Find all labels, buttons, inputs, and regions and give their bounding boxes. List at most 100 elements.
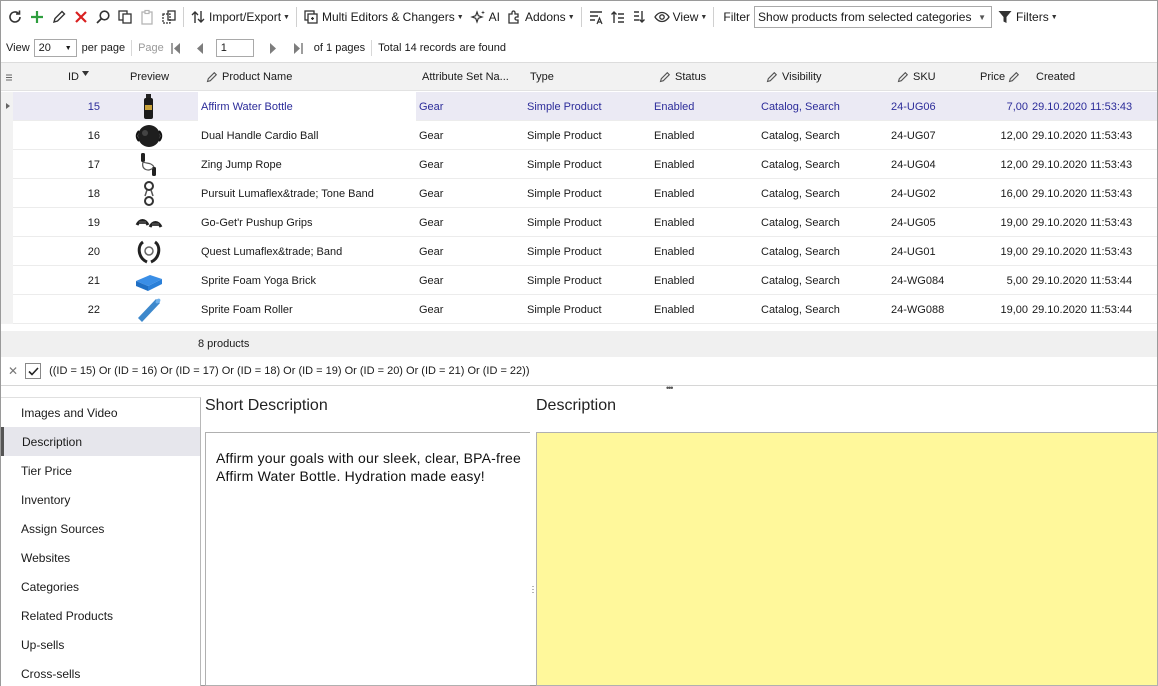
cell-product-name[interactable]: Dual Handle Cardio Ball (198, 121, 416, 150)
cell-status[interactable]: Enabled (654, 150, 754, 179)
table-row[interactable]: 17 Zing Jump Rope Gear Simple Product Enable… (1, 150, 1157, 179)
cell-product-name[interactable]: Zing Jump Rope (198, 150, 416, 179)
cell-type[interactable]: Simple Product (527, 295, 647, 324)
cell-price[interactable]: 19,00 (976, 295, 1028, 324)
row-indicator[interactable] (1, 208, 13, 237)
cell-visibility[interactable]: Catalog, Search (761, 92, 886, 121)
cell-product-name[interactable]: Pursuit Lumaflex&trade; Tone Band (198, 179, 416, 208)
column-chooser-icon[interactable] (6, 63, 16, 91)
filter-dropdown[interactable]: Show products from selected categories ▼ (754, 6, 993, 28)
delete-button[interactable] (70, 4, 92, 30)
cell-sku[interactable]: 24-UG02 (891, 179, 971, 208)
cell-id[interactable]: 19 (16, 208, 100, 237)
page-size-select[interactable]: 20 ▼ (33, 39, 77, 57)
prev-page-icon[interactable] (193, 41, 207, 55)
cell-type[interactable]: Simple Product (527, 266, 647, 295)
table-row[interactable]: 18 Pursuit Lumaflex&trade; Tone Band Gear S… (1, 179, 1157, 208)
cell-attribute-set[interactable]: Gear (419, 208, 519, 237)
row-indicator[interactable] (1, 150, 13, 179)
view-button[interactable]: View ▼ (651, 4, 711, 30)
cell-status[interactable]: Enabled (654, 295, 754, 324)
import-export-button[interactable]: Import/Export ▼ (187, 4, 293, 30)
sidebar-item-websites[interactable]: Websites (1, 543, 200, 572)
cell-id[interactable]: 20 (16, 237, 100, 266)
column-header-price[interactable]: Price (980, 63, 1030, 91)
cell-attribute-set[interactable]: Gear (419, 179, 519, 208)
cell-visibility[interactable]: Catalog, Search (761, 121, 886, 150)
cell-attribute-set[interactable]: Gear (419, 150, 519, 179)
column-header-created[interactable]: Created (1036, 63, 1146, 91)
cell-sku[interactable]: 24-UG07 (891, 121, 971, 150)
edit-button[interactable] (48, 4, 70, 30)
cell-product-name[interactable]: Affirm Water Bottle (198, 92, 416, 121)
move-down-button[interactable] (629, 4, 651, 30)
paste-button[interactable] (136, 4, 158, 30)
short-description-editor[interactable]: Affirm your goals with our sleek, clear,… (205, 432, 530, 686)
multi-editors-button[interactable]: Multi Editors & Changers ▼ (300, 4, 467, 30)
sidebar-item-description[interactable]: Description (1, 427, 200, 456)
table-row[interactable]: 15 Affirm Water Bottle Gear Simple Product E… (1, 92, 1157, 121)
cell-attribute-set[interactable]: Gear (419, 92, 519, 121)
next-page-icon[interactable] (267, 41, 281, 55)
cell-id[interactable]: 21 (16, 266, 100, 295)
cell-created[interactable]: 29.10.2020 11:53:43 (1032, 150, 1147, 179)
cell-price[interactable]: 19,00 (976, 237, 1028, 266)
column-header-preview[interactable]: Preview (130, 63, 190, 91)
first-page-icon[interactable] (169, 41, 183, 55)
copy-button[interactable] (114, 4, 136, 30)
cell-created[interactable]: 29.10.2020 11:53:43 (1032, 237, 1147, 266)
cell-id[interactable]: 15 (16, 92, 100, 121)
cell-status[interactable]: Enabled (654, 266, 754, 295)
row-indicator[interactable] (1, 295, 13, 324)
table-row[interactable]: 19 Go-Get'r Pushup Grips Gear Simple Produc… (1, 208, 1157, 237)
filter-enabled-checkbox[interactable] (25, 363, 42, 379)
column-header-type[interactable]: Type (530, 63, 630, 91)
cell-created[interactable]: 29.10.2020 11:53:43 (1032, 121, 1147, 150)
cell-visibility[interactable]: Catalog, Search (761, 266, 886, 295)
cell-visibility[interactable]: Catalog, Search (761, 295, 886, 324)
cell-price[interactable]: 16,00 (976, 179, 1028, 208)
cell-sku[interactable]: 24-UG06 (891, 92, 971, 121)
horizontal-splitter[interactable]: ••• (666, 384, 674, 393)
cell-created[interactable]: 29.10.2020 11:53:44 (1032, 266, 1147, 295)
cell-visibility[interactable]: Catalog, Search (761, 237, 886, 266)
row-indicator[interactable] (1, 179, 13, 208)
cell-product-name[interactable]: Sprite Foam Yoga Brick (198, 266, 416, 295)
cell-product-name[interactable]: Quest Lumaflex&trade; Band (198, 237, 416, 266)
cell-created[interactable]: 29.10.2020 11:53:44 (1032, 295, 1147, 324)
cell-created[interactable]: 29.10.2020 11:53:43 (1032, 92, 1147, 121)
sidebar-item-categories[interactable]: Categories (1, 572, 200, 601)
cell-sku[interactable]: 24-UG05 (891, 208, 971, 237)
column-header-product-name[interactable]: Product Name (206, 63, 406, 91)
column-header-visibility[interactable]: Visibility (766, 63, 876, 91)
clear-filter-icon[interactable]: ✕ (8, 364, 18, 378)
addons-button[interactable]: Addons ▼ (503, 4, 578, 30)
sidebar-item-tier-price[interactable]: Tier Price (1, 456, 200, 485)
row-indicator[interactable] (1, 237, 13, 266)
sidebar-item-related-products[interactable]: Related Products (1, 601, 200, 630)
cell-sku[interactable]: 24-UG01 (891, 237, 971, 266)
column-header-sku[interactable]: SKU (897, 63, 967, 91)
table-row[interactable]: 20 Quest Lumaflex&trade; Band Gear Simple P… (1, 237, 1157, 266)
table-row[interactable]: 21 Sprite Foam Yoga Brick Gear Simple Produ… (1, 266, 1157, 295)
cell-visibility[interactable]: Catalog, Search (761, 208, 886, 237)
table-row[interactable]: 16 Dual Handle Cardio Ball Gear Simple Prod… (1, 121, 1157, 150)
cell-id[interactable]: 16 (16, 121, 100, 150)
cell-price[interactable]: 12,00 (976, 121, 1028, 150)
column-header-status[interactable]: Status (659, 63, 749, 91)
cell-price[interactable]: 12,00 (976, 150, 1028, 179)
sidebar-item-inventory[interactable]: Inventory (1, 485, 200, 514)
cell-visibility[interactable]: Catalog, Search (761, 179, 886, 208)
row-indicator[interactable] (1, 266, 13, 295)
column-header-attribute-set[interactable]: Attribute Set Na... (422, 63, 518, 91)
cell-product-name[interactable]: Go-Get'r Pushup Grips (198, 208, 416, 237)
cell-status[interactable]: Enabled (654, 179, 754, 208)
cell-type[interactable]: Simple Product (527, 208, 647, 237)
cell-id[interactable]: 22 (16, 295, 100, 324)
cell-sku[interactable]: 24-WG084 (891, 266, 971, 295)
cell-status[interactable]: Enabled (654, 237, 754, 266)
cell-attribute-set[interactable]: Gear (419, 266, 519, 295)
ai-button[interactable]: AI (467, 4, 503, 30)
cell-type[interactable]: Simple Product (527, 179, 647, 208)
cell-attribute-set[interactable]: Gear (419, 121, 519, 150)
